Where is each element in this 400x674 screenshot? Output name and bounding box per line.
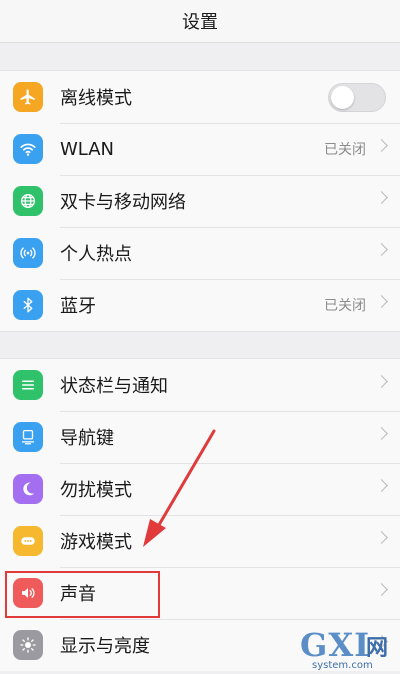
watermark-main: GXI bbox=[300, 626, 371, 664]
watermark-url: system.com bbox=[312, 660, 373, 671]
watermark-logo: GXI 网 system.com bbox=[300, 626, 400, 674]
annotation-arrow-icon bbox=[143, 429, 216, 547]
watermark-cn: 网 bbox=[366, 636, 389, 661]
